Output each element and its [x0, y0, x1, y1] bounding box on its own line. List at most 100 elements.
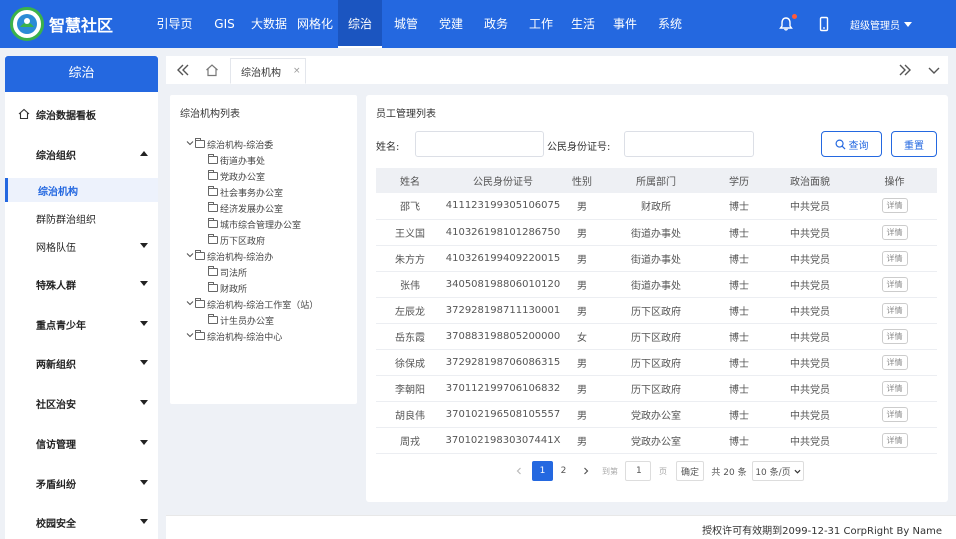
table-cell: 朱方方: [376, 245, 444, 272]
page-1[interactable]: 1: [532, 461, 553, 481]
table-cell: 37010219830307441X: [444, 427, 562, 454]
detail-button[interactable]: 详情: [881, 354, 908, 370]
tree-node[interactable]: 计生员办公室: [208, 313, 274, 327]
folder-icon: [195, 330, 205, 340]
home-tab-icon[interactable]: [205, 63, 219, 80]
sidebar-item-label: 综治机构: [38, 186, 78, 198]
table-cell: 370102196508105557: [444, 401, 562, 428]
table-row[interactable]: 左辰龙 372928198711130001 男历下区政府 博士 中共党员 详情: [376, 297, 937, 324]
nav-item-11[interactable]: 系统: [646, 0, 694, 48]
prev-page-icon[interactable]: [512, 461, 526, 481]
sidebar-item-5[interactable]: 特殊人群: [5, 272, 158, 296]
user-menu[interactable]: 超级管理员: [850, 17, 912, 32]
next-page-icon[interactable]: [579, 461, 593, 481]
table-cell: 女: [562, 323, 602, 350]
mobile-icon[interactable]: [816, 16, 832, 32]
reset-button[interactable]: 重置: [891, 131, 937, 157]
tree-node[interactable]: 综治机构-综治工作室（站）: [186, 297, 318, 311]
detail-button[interactable]: 详情: [881, 276, 908, 292]
detail-button[interactable]: 详情: [881, 406, 908, 422]
table-row[interactable]: 王义国 410326198101286750 男街道办事处 博士 中共党员 详情: [376, 219, 937, 246]
tree-node[interactable]: 综治机构-综治委: [186, 137, 273, 151]
sidebar-item-0[interactable]: 综治数据看板: [5, 102, 158, 126]
notification-bell-icon[interactable]: [778, 14, 797, 32]
logo-emblem-icon: [10, 7, 44, 41]
page-size-select[interactable]: 10 条/页: [752, 461, 804, 481]
tree-node[interactable]: 街道办事处: [208, 153, 265, 167]
table-cell: 历下区政府: [602, 323, 710, 350]
table-cell: 中共党员: [768, 401, 852, 428]
sidebar-item-6[interactable]: 重点青少年: [5, 312, 158, 336]
tree-node[interactable]: 财政所: [208, 281, 247, 295]
sidebar-item-11[interactable]: 校园安全: [5, 510, 158, 534]
nav-item-1[interactable]: GIS: [203, 0, 246, 48]
detail-button[interactable]: 详情: [881, 302, 908, 318]
table-row[interactable]: 邵飞 411123199305106075 男财政所 博士 中共党员 详情: [376, 193, 937, 220]
sidebar-item-1[interactable]: 综治组织: [5, 142, 158, 166]
user-caret-icon: [904, 21, 912, 27]
nav-item-10[interactable]: 事件: [604, 0, 646, 48]
page-2[interactable]: 2: [553, 461, 574, 481]
table-cell: 372928198711130001: [444, 297, 562, 324]
tabs-scroll-left-icon[interactable]: [176, 63, 190, 80]
tab-close-icon[interactable]: ×: [293, 66, 301, 76]
sidebar-item-9[interactable]: 信访管理: [5, 431, 158, 455]
tabs-scroll-right-icon[interactable]: [898, 63, 912, 80]
table-row[interactable]: 张伟 340508198806010120 男街道办事处 博士 中共党员 详情: [376, 271, 937, 298]
nav-item-6[interactable]: 党建: [430, 0, 472, 48]
table-cell: 徐保成: [376, 349, 444, 376]
goto-label: 到第: [602, 466, 618, 476]
tree-node[interactable]: 综治机构-综治中心: [186, 329, 282, 343]
nav-item-5[interactable]: 城管: [382, 0, 430, 48]
detail-button[interactable]: 详情: [881, 198, 908, 214]
goto-confirm-button[interactable]: 确定: [676, 461, 704, 481]
nav-item-0[interactable]: 引导页: [146, 0, 203, 48]
detail-button[interactable]: 详情: [881, 328, 908, 344]
table-cell: 博士: [710, 219, 768, 246]
name-input[interactable]: [415, 131, 544, 157]
tree-expand-icon[interactable]: [186, 139, 195, 149]
folder-icon: [208, 154, 218, 164]
tree-expand-icon[interactable]: [186, 331, 195, 341]
table-row[interactable]: 岳东霞 370883198805200000 女历下区政府 博士 中共党员 详情: [376, 323, 937, 350]
nav-item-2[interactable]: 大数据: [246, 0, 292, 48]
tree-node[interactable]: 经济发展办公室: [208, 201, 283, 215]
app-logo[interactable]: 智慧社区: [10, 7, 140, 41]
nav-item-7[interactable]: 政务: [472, 0, 520, 48]
id-number-input[interactable]: [624, 131, 754, 157]
tab-current[interactable]: 综治机构 ×: [230, 58, 306, 84]
tabs-menu-chevron-down-icon[interactable]: [927, 63, 941, 80]
table-row[interactable]: 李朝阳 370112199706106832 男历下区政府 博士 中共党员 详情: [376, 375, 937, 402]
tree-node[interactable]: 社会事务办公室: [208, 185, 283, 199]
table-row[interactable]: 胡良伟 370102196508105557 男党政办公室 博士 中共党员 详情: [376, 401, 937, 428]
sidebar-item-8[interactable]: 社区治安: [5, 391, 158, 415]
nav-item-8[interactable]: 工作: [520, 0, 562, 48]
tree-expand-icon[interactable]: [186, 251, 195, 261]
sidebar-item-2[interactable]: 综治机构: [5, 178, 158, 202]
tree-node[interactable]: 司法所: [208, 265, 247, 279]
pagination: 1 2 到第 1 页 确定 共 20 条 10 条/页: [366, 461, 948, 481]
tree-node[interactable]: 城市综合管理办公室: [208, 217, 301, 231]
detail-button[interactable]: 详情: [881, 250, 908, 266]
table-cell: 博士: [710, 193, 768, 220]
table-row[interactable]: 徐保成 372928198706086315 男历下区政府 博士 中共党员 详情: [376, 349, 937, 376]
nav-item-4[interactable]: 综治: [338, 0, 382, 48]
table-row[interactable]: 周戎 37010219830307441X 男党政办公室 博士 中共党员 详情: [376, 427, 937, 454]
detail-button[interactable]: 详情: [881, 432, 908, 448]
detail-button[interactable]: 详情: [881, 380, 908, 396]
tree-node[interactable]: 综治机构-综治办: [186, 249, 273, 263]
sidebar-item-7[interactable]: 两新组织: [5, 351, 158, 375]
sidebar-item-4[interactable]: 网格队伍: [5, 234, 158, 258]
tree-expand-icon[interactable]: [186, 299, 195, 309]
query-button[interactable]: 查询: [821, 131, 882, 157]
tree-node[interactable]: 历下区政府: [208, 233, 265, 247]
table-row[interactable]: 朱方方 410326199409220015 男街道办事处 博士 中共党员 详情: [376, 245, 937, 272]
sidebar-item-3[interactable]: 群防群治组织: [5, 206, 158, 230]
tree-node[interactable]: 党政办公室: [208, 169, 265, 183]
sidebar-item-10[interactable]: 矛盾纠纷: [5, 471, 158, 495]
nav-item-3[interactable]: 网格化: [292, 0, 338, 48]
nav-item-9[interactable]: 生活: [562, 0, 604, 48]
table-cell: 周戎: [376, 427, 444, 454]
detail-button[interactable]: 详情: [881, 224, 908, 240]
goto-page-input[interactable]: 1: [625, 461, 651, 481]
